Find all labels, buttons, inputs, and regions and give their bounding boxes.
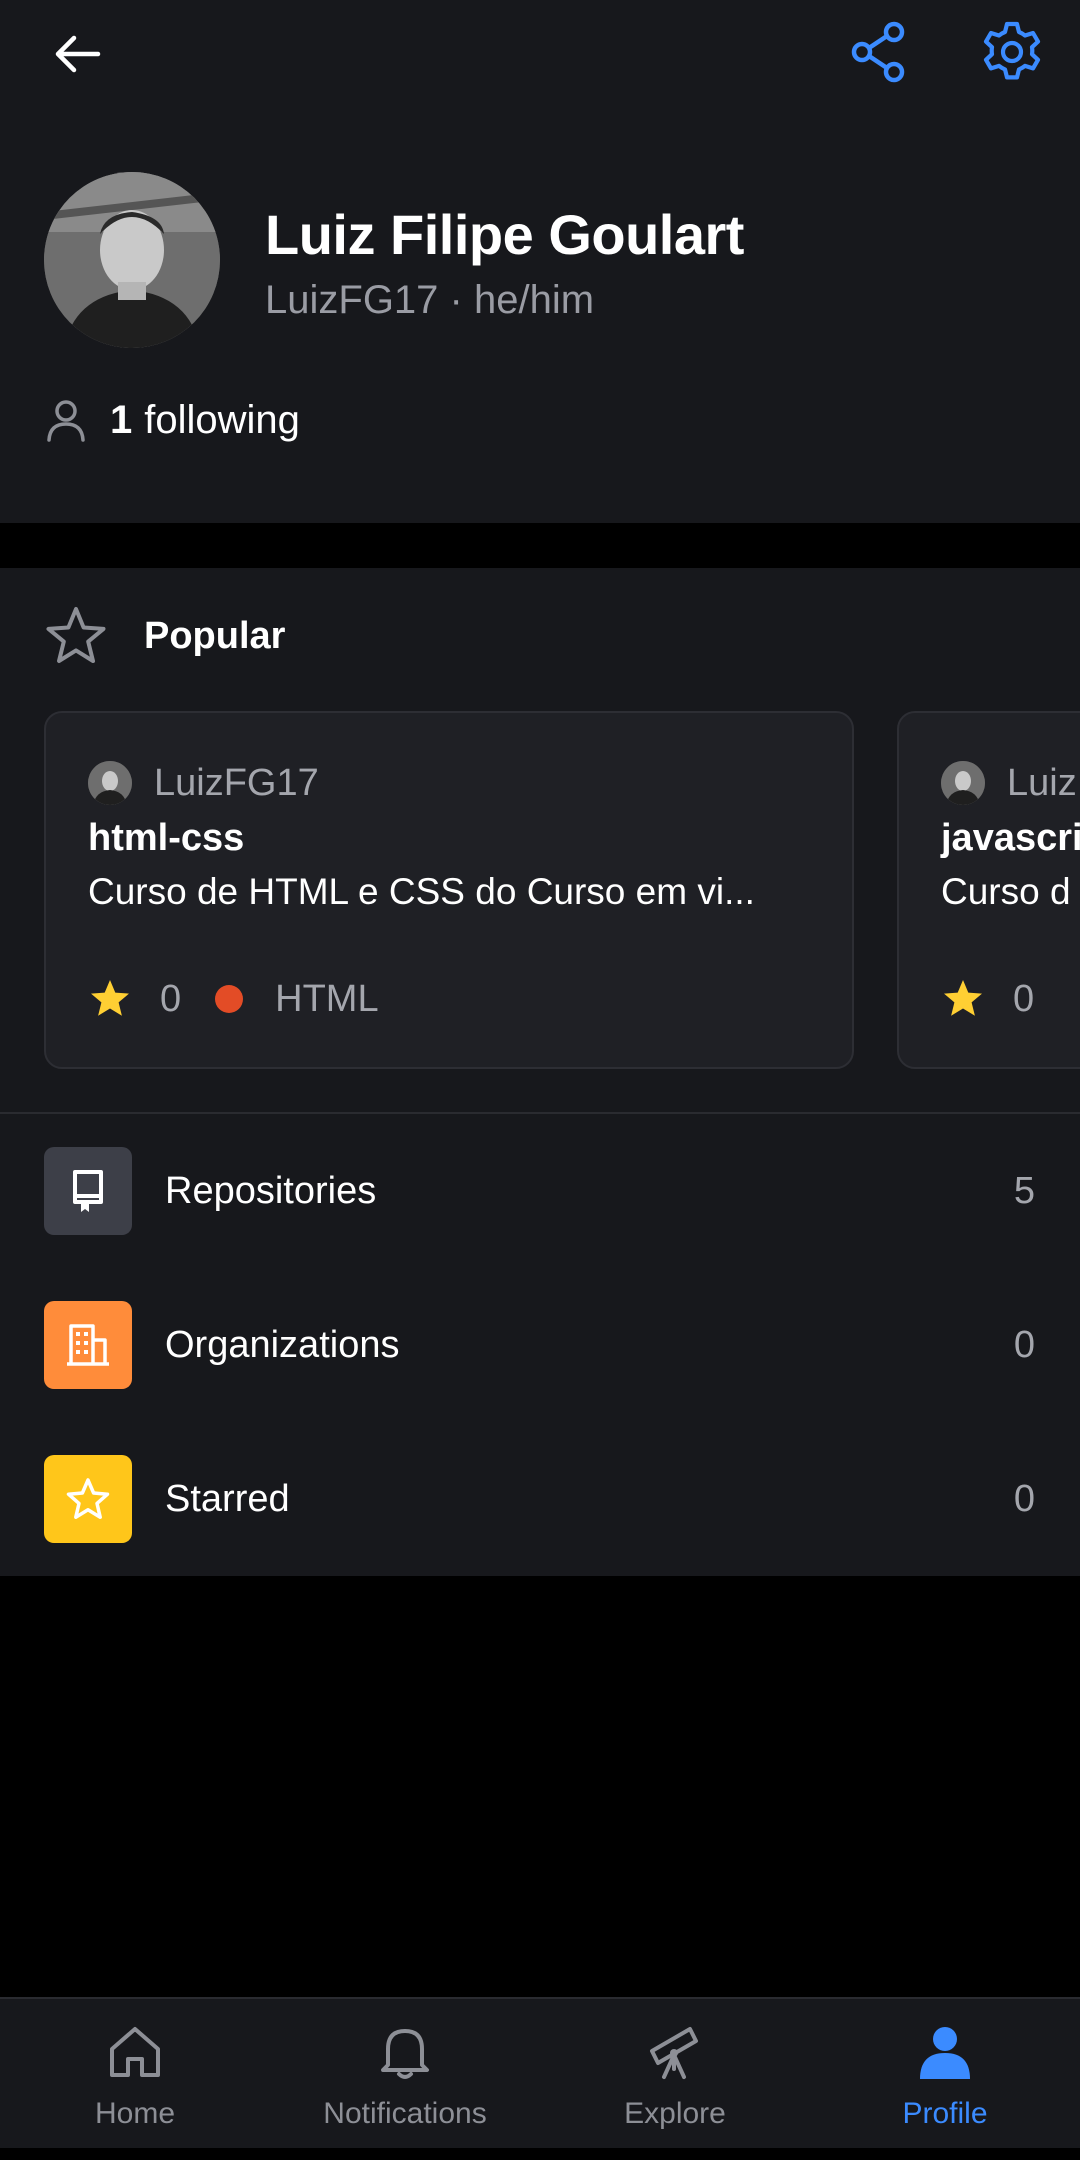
repo-meta: 0 <box>941 977 1068 1021</box>
list-item-count: 0 <box>1013 1323 1035 1366</box>
popular-title: Popular <box>144 614 286 657</box>
bell-icon <box>381 2029 429 2079</box>
tab-notifications[interactable]: Notifications <box>270 1999 540 2150</box>
tab-home[interactable]: Home <box>0 1999 270 2150</box>
profile-name: Luiz Filipe Goulart <box>265 203 744 266</box>
popular-section: Popular LuizFG17 html-css Curso de HTML … <box>0 568 1080 1113</box>
repo-name: html-css <box>88 817 245 859</box>
star-filled-icon <box>944 980 982 1016</box>
star-count: 0 <box>1013 977 1035 1020</box>
repo-owner: LuizFG17 <box>88 761 319 805</box>
star-icon <box>46 607 106 663</box>
tab-label: Notifications <box>323 2097 487 2130</box>
repo-card[interactable]: LuizFG17 html-css Curso de HTML e CSS do… <box>44 711 854 1069</box>
star-icon <box>44 1455 132 1543</box>
repo-meta: 0 HTML <box>88 977 379 1021</box>
popular-header: Popular <box>44 604 285 668</box>
repo-language: HTML <box>275 977 379 1020</box>
owner-name: LuizFG17 <box>154 761 319 804</box>
following-count: 1 <box>110 397 133 442</box>
owner-avatar <box>88 761 132 805</box>
list-item-organizations[interactable]: Organizations 0 <box>0 1268 1080 1422</box>
owner-avatar <box>941 761 985 805</box>
list-item-label: Repositories <box>165 1169 377 1212</box>
profile-header: Luiz Filipe Goulart LuizFG17 · he/him 1 … <box>0 110 1080 523</box>
person-icon <box>920 2027 970 2079</box>
list-item-repositories[interactable]: Repositories 5 <box>0 1114 1080 1268</box>
gear-icon[interactable] <box>980 20 1044 84</box>
tab-label: Profile <box>902 2097 988 2130</box>
bottom-navigation: Home Notifications Explore Profile <box>0 1997 1080 2148</box>
repo-owner: Luiz <box>941 761 1077 805</box>
owner-name: Luiz <box>1007 761 1077 804</box>
share-icon[interactable] <box>850 20 910 84</box>
repo-description: Curso de HTML e CSS do Curso em vi... <box>88 871 755 912</box>
telescope-icon <box>650 2027 698 2079</box>
repo-description: Curso d <box>941 871 1071 912</box>
star-filled-icon <box>91 980 129 1016</box>
list-item-label: Starred <box>165 1477 290 1520</box>
profile-login-pronouns: LuizFG17 · he/him <box>265 278 595 322</box>
following-label: following <box>144 397 300 442</box>
profile-links-list: Repositories 5 Organizations 0 Starred 0 <box>0 1114 1080 1576</box>
avatar <box>44 172 220 348</box>
list-item-count: 0 <box>1013 1477 1035 1520</box>
tab-label: Home <box>94 2097 176 2130</box>
home-icon <box>110 2027 160 2077</box>
language-color-dot <box>215 985 244 1013</box>
following-link[interactable]: 1 following <box>44 390 300 450</box>
tab-label: Explore <box>624 2097 726 2130</box>
list-item-label: Organizations <box>165 1323 400 1366</box>
list-item-starred[interactable]: Starred 0 <box>0 1422 1080 1576</box>
star-count: 0 <box>160 977 182 1020</box>
tab-profile[interactable]: Profile <box>810 1999 1080 2150</box>
app-root: Luiz Filipe Goulart LuizFG17 · he/him 1 … <box>0 0 1080 2160</box>
arrow-left-icon[interactable] <box>50 26 106 82</box>
tab-explore[interactable]: Explore <box>540 1999 810 2150</box>
list-item-count: 5 <box>1013 1169 1035 1212</box>
repo-name: javascri <box>941 817 1080 859</box>
organization-icon <box>44 1301 132 1389</box>
person-icon <box>47 400 85 442</box>
repo-card[interactable]: Luiz javascri Curso d 0 <box>897 711 1080 1069</box>
repo-icon <box>44 1147 132 1235</box>
top-bar <box>0 0 1080 110</box>
